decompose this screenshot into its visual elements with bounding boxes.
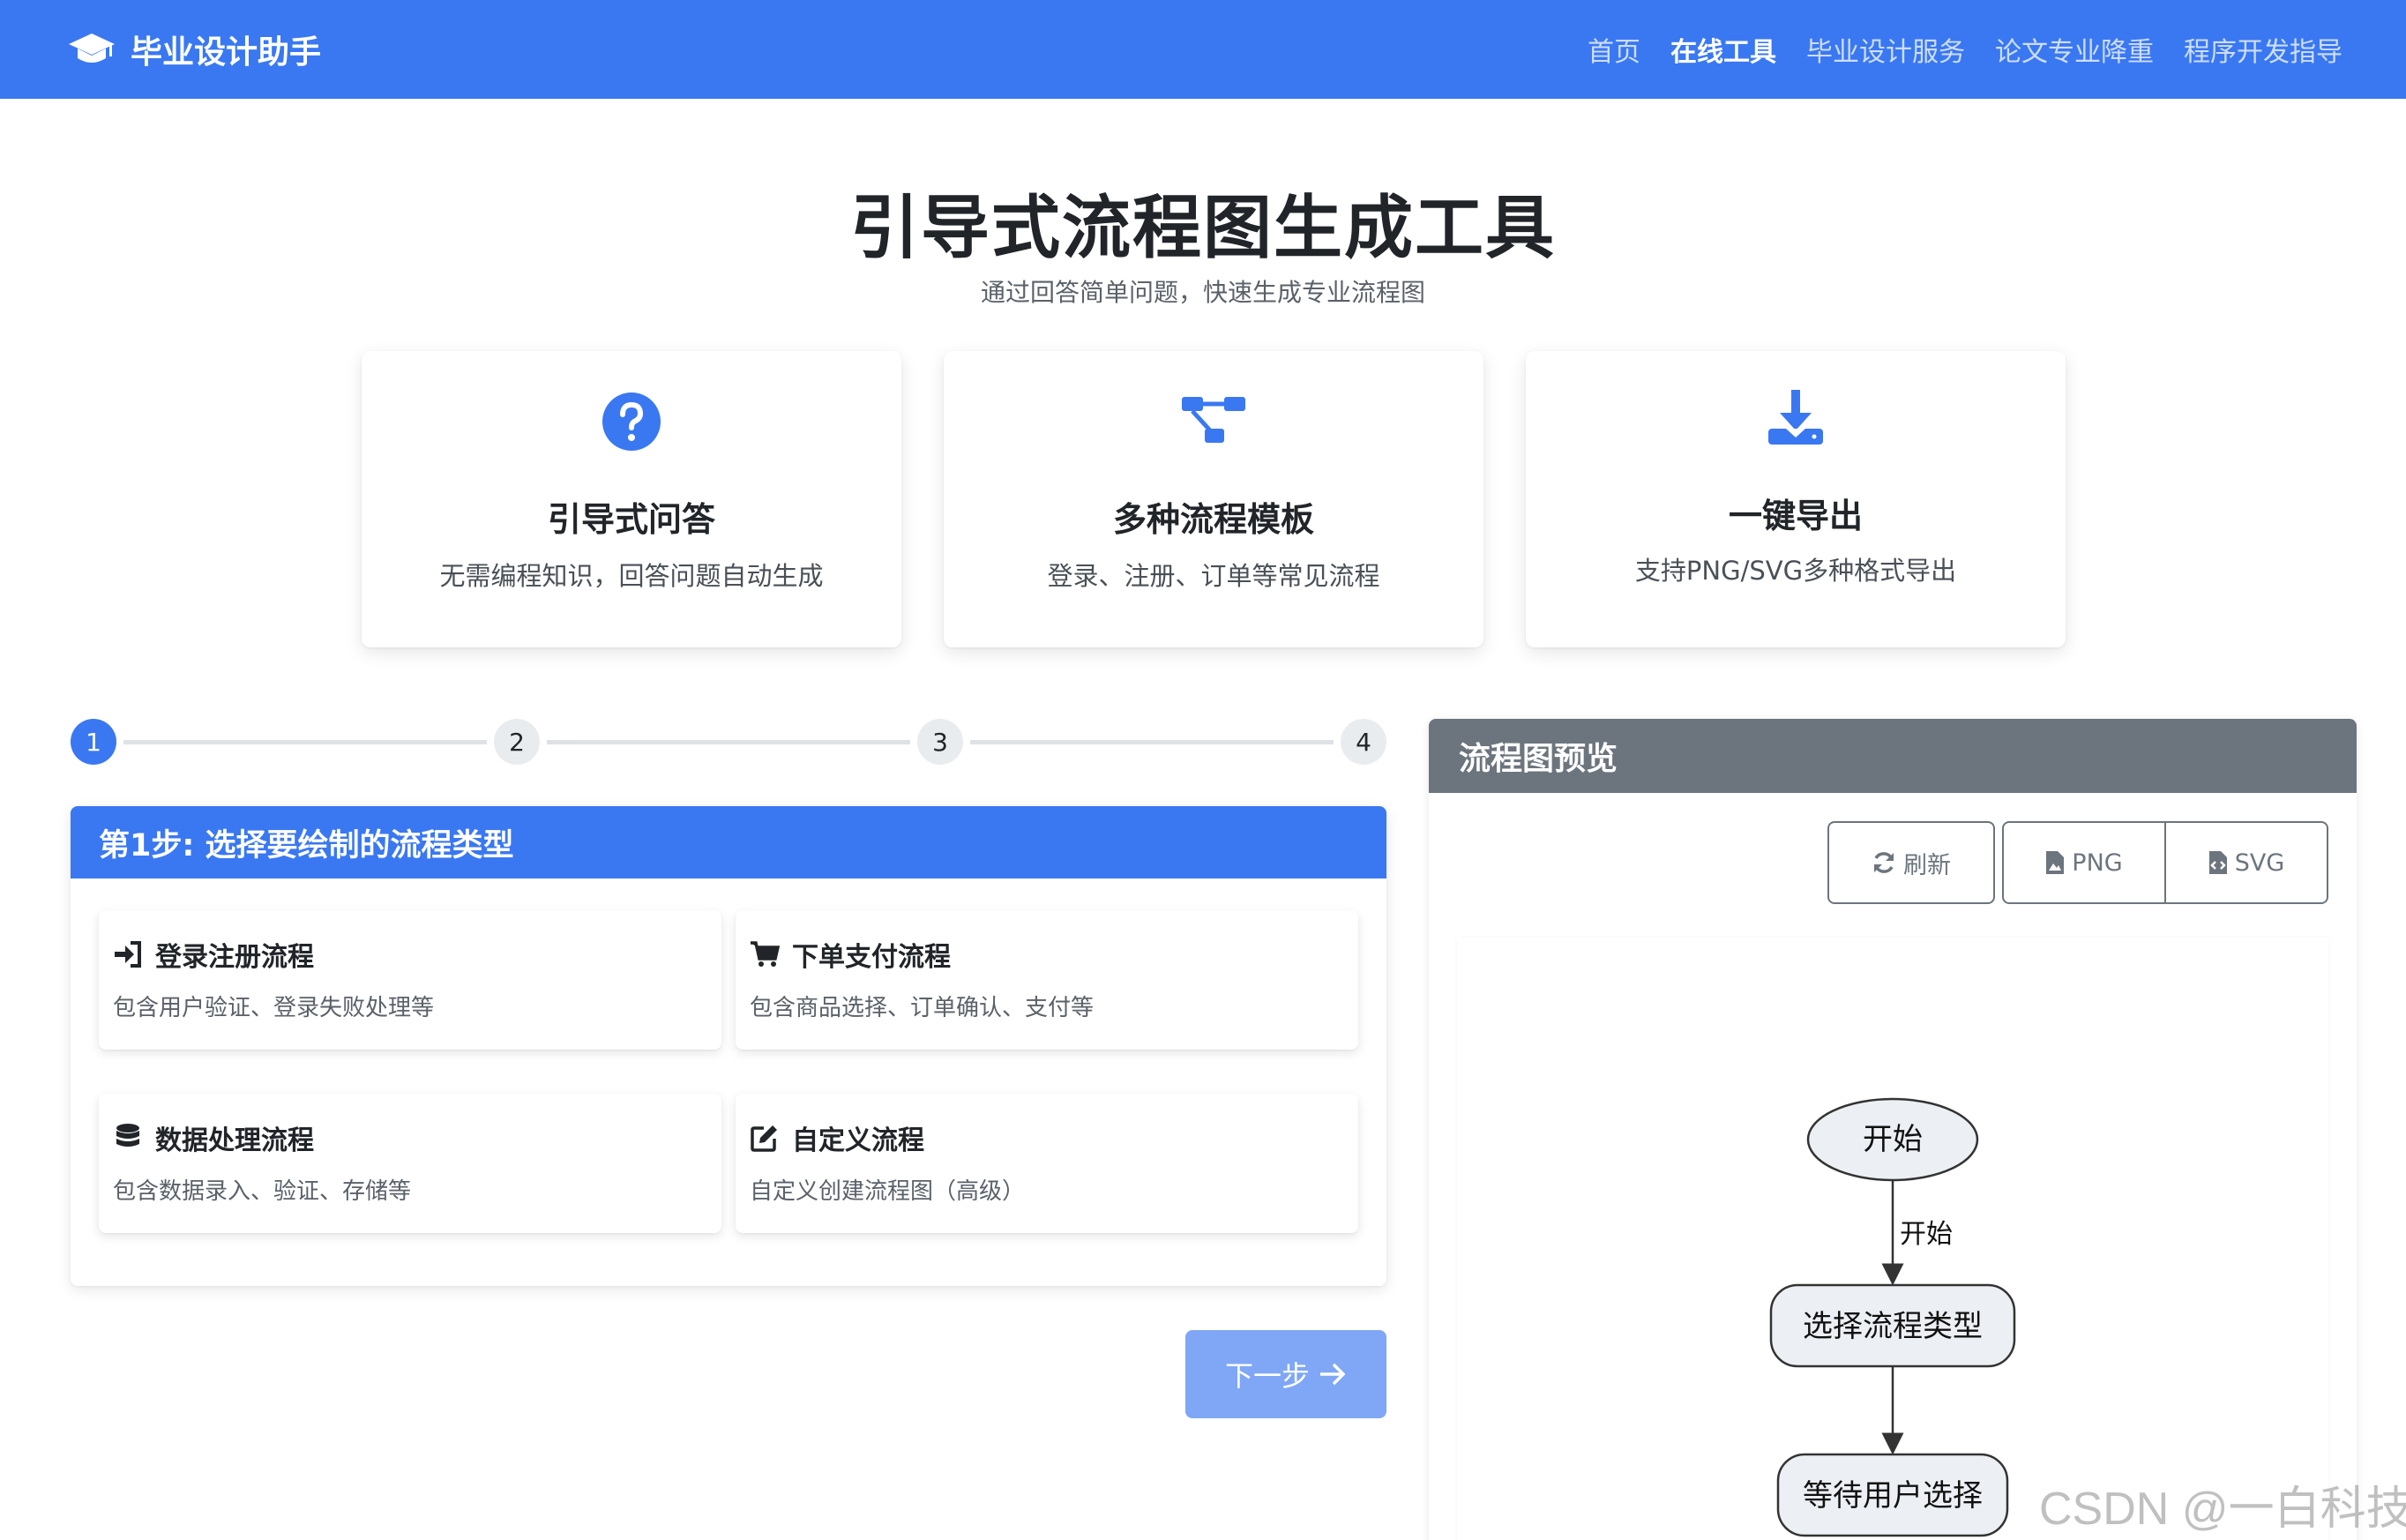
edit-icon xyxy=(751,1125,777,1152)
refresh-label: 刷新 xyxy=(1903,851,1951,879)
nav-links: 首页 在线工具 毕业设计服务 论文专业降重 程序开发指导 xyxy=(1588,30,2342,69)
step-dot-3[interactable]: 3 xyxy=(917,719,963,765)
option-desc: 包含数据录入、验证、存储等 xyxy=(113,1178,412,1205)
stepper-line xyxy=(970,740,1334,744)
option-title: 数据处理流程 xyxy=(155,1125,314,1156)
feature-desc: 无需编程知识，回答问题自动生成 xyxy=(439,561,824,591)
node1-label: 选择流程类型 xyxy=(1803,1309,1983,1344)
png-label: PNG xyxy=(2072,848,2123,877)
page-title: 引导式流程图生成工具 xyxy=(849,189,1556,268)
preview-title: 流程图预览 xyxy=(1429,719,2357,793)
flowchart-canvas: 开始 开始 选择流程类型 等待用户选择 xyxy=(1457,938,2328,1540)
download-icon xyxy=(1768,390,1823,445)
graduation-cap-icon xyxy=(69,34,115,63)
flow-node-select-type[interactable]: 选择流程类型 xyxy=(1769,1283,2016,1368)
option-desc: 包含商品选择、订单确认、支付等 xyxy=(750,995,1095,1021)
step-title: 第1步: 选择要绘制的流程类型 xyxy=(71,806,1386,878)
preview-panel: 流程图预览 刷新 PNG SVG 开始 开始 选择流程类型 等待用户选择 xyxy=(1429,719,2357,1540)
nav-home[interactable]: 首页 xyxy=(1588,30,1640,69)
database-icon xyxy=(116,1124,139,1147)
step-dot-1[interactable]: 1 xyxy=(71,719,116,765)
step-dot-2[interactable]: 2 xyxy=(494,719,540,765)
brand[interactable]: 毕业设计助手 xyxy=(69,26,321,72)
feature-card-guided-qa: 引导式问答 无需编程知识，回答问题自动生成 xyxy=(362,351,901,647)
refresh-icon xyxy=(1874,852,1894,873)
feature-desc: 登录、注册、订单等常见流程 xyxy=(1047,561,1380,591)
edge-label: 开始 xyxy=(1900,1219,1953,1250)
question-circle-icon xyxy=(602,392,661,451)
feature-card-export: 一键导出 支持PNG/SVG多种格式导出 xyxy=(1526,351,2066,647)
feature-title: 引导式问答 xyxy=(547,500,715,539)
option-data-processing[interactable]: 数据处理流程 包含数据录入、验证、存储等 xyxy=(99,1094,721,1233)
refresh-button[interactable]: 刷新 xyxy=(1827,821,1995,904)
next-step-button[interactable]: 下一步 xyxy=(1185,1330,1386,1418)
sign-in-icon xyxy=(115,941,141,968)
file-image-icon xyxy=(2046,851,2065,874)
nav-online-tools[interactable]: 在线工具 xyxy=(1670,30,1776,69)
flow-node-wait-select[interactable]: 等待用户选择 xyxy=(1776,1453,2009,1537)
option-desc: 包含用户验证、登录失败处理等 xyxy=(113,995,435,1021)
option-order-payment[interactable]: 下单支付流程 包含商品选择、订单确认、支付等 xyxy=(736,910,1358,1050)
flowchart: 开始 开始 选择流程类型 等待用户选择 xyxy=(1769,1097,2016,1537)
stepper-line xyxy=(547,740,910,744)
nav-graduation-service[interactable]: 毕业设计服务 xyxy=(1806,30,1965,69)
next-step-label: 下一步 xyxy=(1224,1359,1310,1393)
arrow-right-icon xyxy=(1320,1363,1346,1386)
node2-label: 等待用户选择 xyxy=(1803,1478,1983,1514)
feature-desc: 支持PNG/SVG多种格式导出 xyxy=(1634,556,1957,586)
feature-title: 一键导出 xyxy=(1728,497,1863,535)
watermark: CSDN @一白科技 xyxy=(2039,1484,2406,1535)
flow-diagram-icon xyxy=(1182,397,1245,443)
brand-name: 毕业设计助手 xyxy=(131,34,322,71)
export-svg-button[interactable]: SVG xyxy=(2166,821,2328,904)
stepper: 1 2 3 4 xyxy=(71,719,1386,765)
option-custom[interactable]: 自定义流程 自定义创建流程图（高级） xyxy=(736,1094,1358,1233)
option-title: 自定义流程 xyxy=(792,1125,924,1156)
file-code-icon xyxy=(2208,851,2227,874)
shopping-cart-icon xyxy=(751,941,780,967)
option-login-register[interactable]: 登录注册流程 包含用户验证、登录失败处理等 xyxy=(99,910,721,1050)
option-desc: 自定义创建流程图（高级） xyxy=(750,1178,1026,1205)
export-png-button[interactable]: PNG xyxy=(2002,821,2166,904)
feature-card-templates: 多种流程模板 登录、注册、订单等常见流程 xyxy=(944,351,1483,647)
step-card: 第1步: 选择要绘制的流程类型 登录注册流程 包含用户验证、登录失败处理等 下单… xyxy=(71,806,1386,1286)
preview-toolbar: 刷新 PNG SVG xyxy=(1827,821,2328,904)
nav-dev-guide[interactable]: 程序开发指导 xyxy=(2184,30,2342,69)
option-title: 登录注册流程 xyxy=(155,942,314,973)
step-dot-4[interactable]: 4 xyxy=(1341,719,1386,765)
svg-label: SVG xyxy=(2234,848,2285,877)
stepper-line xyxy=(123,740,487,744)
feature-title: 多种流程模板 xyxy=(1112,500,1314,539)
nav-paper-rewrite[interactable]: 论文专业降重 xyxy=(1995,30,2154,69)
option-title: 下单支付流程 xyxy=(792,942,951,973)
start-label: 开始 xyxy=(1863,1122,1923,1157)
page-subtitle: 通过回答简单问题，快速生成专业流程图 xyxy=(980,278,1425,307)
flow-node-start[interactable]: 开始 xyxy=(1806,1097,1979,1182)
navbar: 毕业设计助手 首页 在线工具 毕业设计服务 论文专业降重 程序开发指导 xyxy=(0,0,2406,99)
